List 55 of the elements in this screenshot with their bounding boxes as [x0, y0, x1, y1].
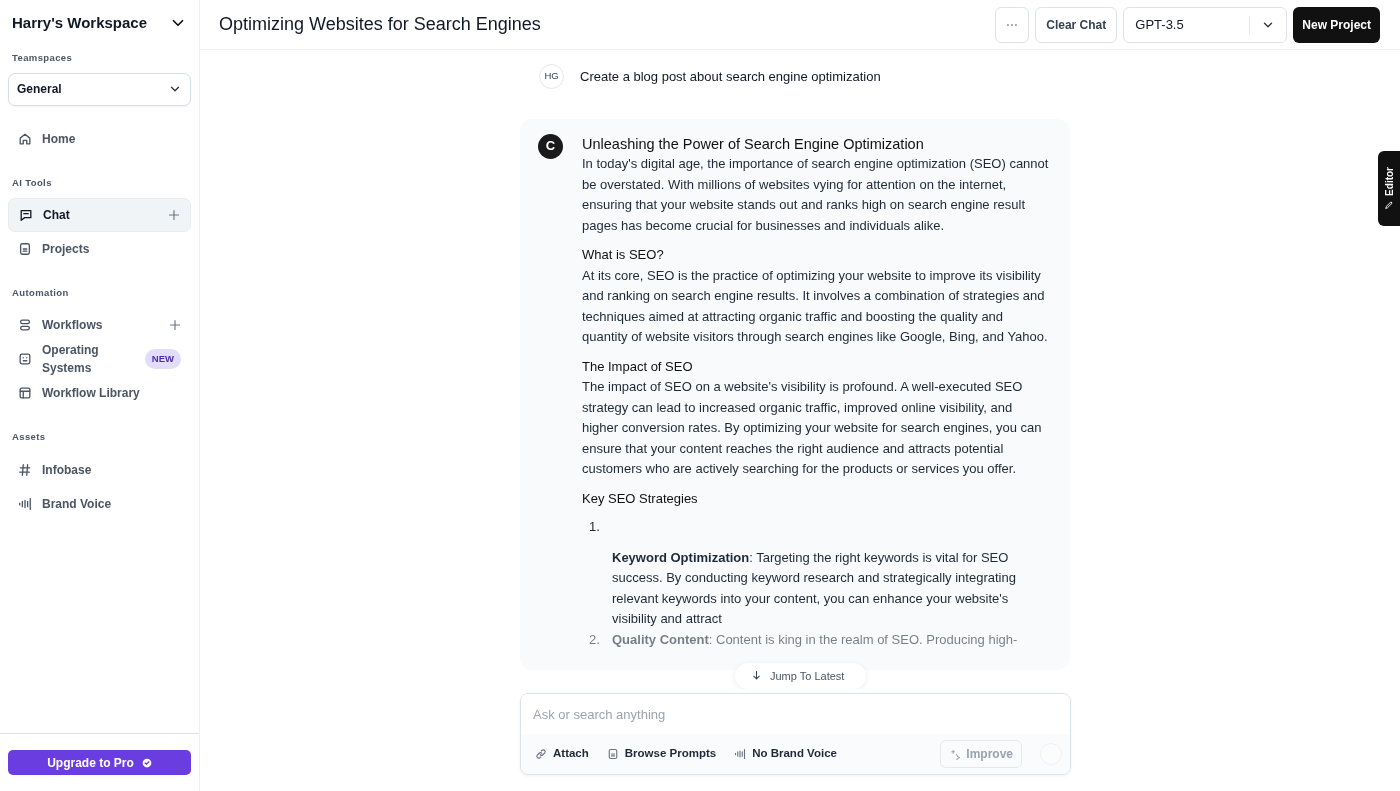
document-icon: [606, 748, 619, 760]
section-heading: What is SEO?: [582, 246, 665, 264]
sidebar-item[interactable]: Chat: [8, 198, 191, 232]
teamspace-select[interactable]: General: [8, 72, 191, 106]
workflow-icon: [18, 318, 32, 333]
page-title: Optimizing Websites for Search Engines: [219, 13, 542, 36]
composer-tool-button[interactable]: Browse Prompts: [606, 745, 717, 763]
model-select[interactable]: GPT-3.5: [1123, 6, 1288, 43]
sidebar-item[interactable]: Home: [8, 121, 191, 156]
sidebar-item[interactable]: Workflows: [8, 308, 191, 343]
section-label: Teamspaces: [11, 50, 74, 65]
assistant-avatar: C: [538, 134, 563, 159]
composer-tool-button[interactable]: No Brand Voice: [734, 745, 837, 763]
new-project-button[interactable]: New Project: [1293, 6, 1380, 43]
clear-chat-button[interactable]: Clear Chat: [1035, 6, 1118, 43]
list-number: 2.: [589, 630, 601, 649]
sidebar-item[interactable]: Workflow Library: [8, 376, 191, 411]
list-number: 1.: [589, 518, 601, 536]
section-heading: Key SEO Strategies: [582, 489, 699, 508]
section-heading: The Impact of SEO: [582, 357, 694, 376]
sidebar-item[interactable]: Infobase: [8, 452, 191, 487]
pencil-icon: [1384, 199, 1394, 210]
upgrade-button[interactable]: Upgrade to Pro: [8, 750, 191, 775]
jump-to-latest-button[interactable]: Jump To Latest: [735, 662, 867, 689]
message-input[interactable]: Ask or search anything: [521, 694, 1070, 734]
chat-icon: [19, 208, 33, 222]
layout-icon: [18, 386, 32, 401]
check-badge-icon: [141, 757, 152, 768]
sidebar-item[interactable]: Operating Systems NEW: [8, 342, 191, 377]
response-paragraph: The impact of SEO on a website's visibility is profound. A well-executed SEO strategy can lead to increased organic traffic, improved online visibility, and higher conversion rates. By optimizing your website for search engines, you can ensure that your content reaches the right audience and attracts potential customers who are actively searching for the products or services you offer.: [582, 378, 1043, 478]
user-message: Create a blog post about search engine optimization: [580, 67, 881, 86]
hash-icon: [18, 462, 32, 477]
link-icon: [535, 748, 547, 760]
section-label: Assets: [11, 430, 47, 445]
response-paragraph: At its core, SEO is the practice of optimizing your website to improve its visibility and ranking on search engine results. It involves a combination of strategies and techniques aimed at attracting organic traffic and boosting the quality and quantity of website visitors through search engines like Google, Bing, and Yahoo.: [582, 266, 1049, 346]
plus-icon[interactable]: [168, 209, 180, 221]
composer-tool-button[interactable]: Attach: [535, 745, 589, 763]
sidebar-item[interactable]: Brand Voice: [8, 486, 191, 521]
sidebar-item[interactable]: Projects: [8, 232, 191, 266]
list-item-text: Keyword Optimization: Targeting the right keywords is vital for SEO success. By conducting keyword research and strategically integrating relevant keywords into your content, you can enhance your website's visibility and attract: [611, 548, 1017, 628]
home-icon: [18, 131, 32, 146]
editor-tab[interactable]: Editor: [1378, 151, 1400, 226]
new-badge: NEW: [144, 349, 181, 370]
plus-icon[interactable]: [169, 319, 181, 332]
list-item-text: Quality Content: Content is king in the realm of SEO. Producing high-: [612, 630, 1018, 649]
document-icon: [18, 242, 32, 256]
response-title: Unleashing the Power of Search Engine Optimization: [582, 135, 925, 154]
section-label: Automation: [11, 286, 70, 300]
arrow-down-icon: [751, 670, 762, 682]
soundwave-icon: [734, 748, 747, 760]
soundwave-icon: [18, 496, 32, 511]
grid-icon: [18, 352, 32, 367]
response-paragraph: In today's digital age, the importance of search engine optimization (SEO) cannot be overstated. With millions of websites vying for attention on the internet, ensuring that your website stands out and ranks high on search engine result pages has become crucial for businesses and individuals alike.: [582, 155, 1050, 235]
section-label: AI Tools: [11, 175, 53, 190]
workspace-name: Harry's Workspace: [12, 13, 148, 33]
